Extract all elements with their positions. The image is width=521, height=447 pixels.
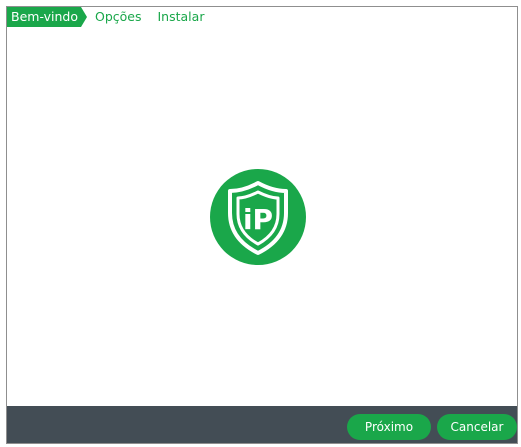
step-welcome: Bem-vindo [7,7,87,27]
shield-ip-icon: iP [210,169,306,265]
next-button[interactable]: Próximo [347,414,431,440]
step-options: Opções [95,9,142,24]
logo-text: iP [243,203,273,236]
step-breadcrumb: Bem-vindo Opções Instalar [7,7,212,27]
cancel-button[interactable]: Cancelar [437,414,517,440]
footer-bar: Próximo Cancelar [7,406,517,443]
installer-window: Bem-vindo Opções Instalar iP Próximo Can… [6,6,518,444]
step-install: Instalar [157,9,205,24]
